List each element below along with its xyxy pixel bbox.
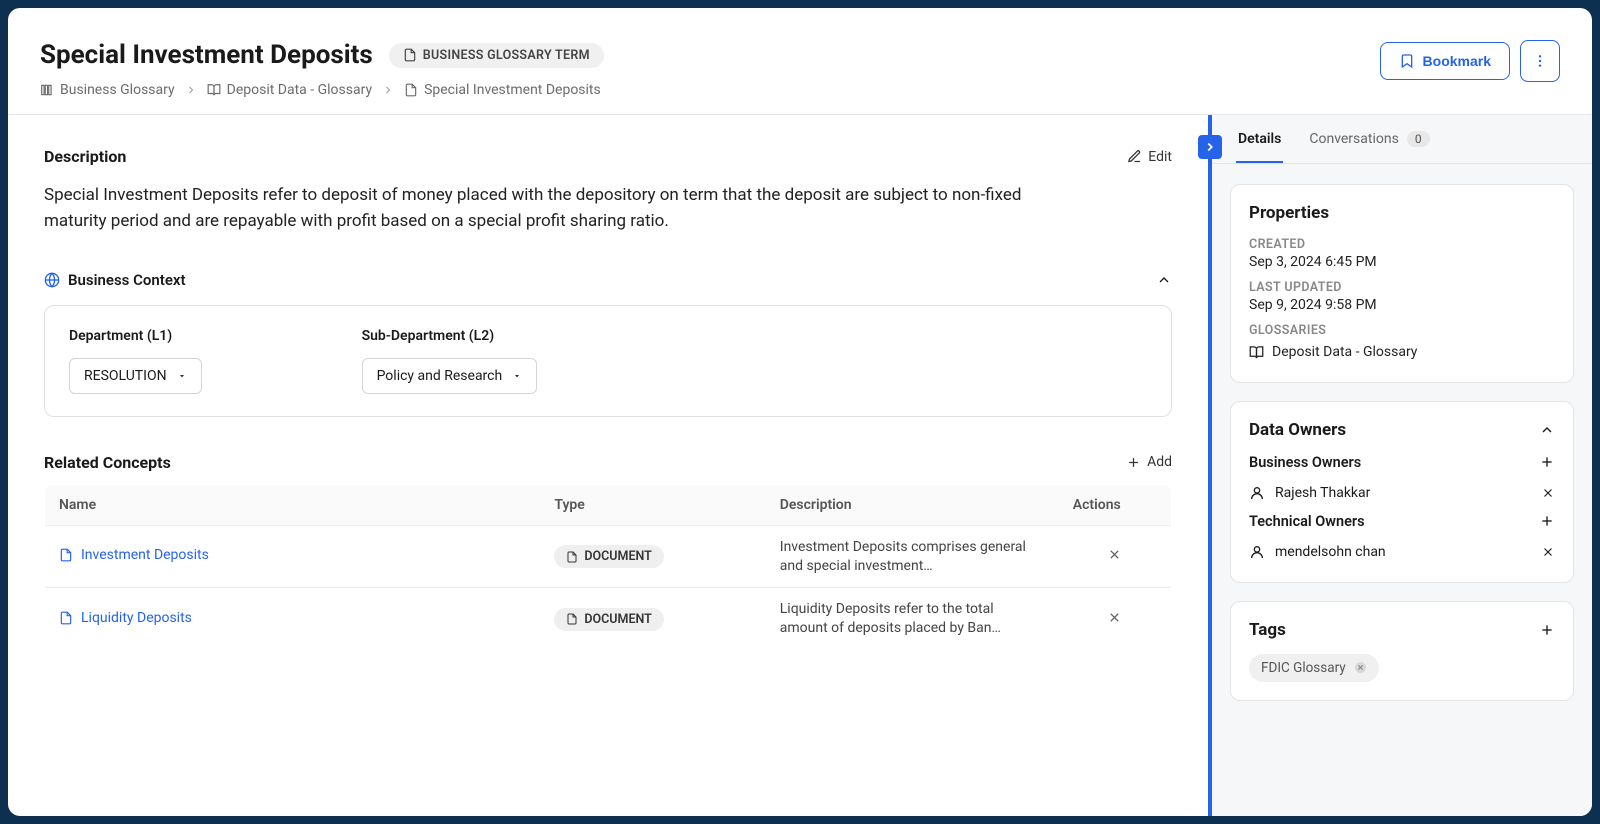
- related-link[interactable]: Liquidity Deposits: [59, 610, 192, 626]
- subdepartment-select[interactable]: Policy and Research: [362, 358, 538, 394]
- col-type: Type: [540, 484, 765, 525]
- panel-divider[interactable]: [1208, 115, 1212, 816]
- col-name: Name: [45, 484, 541, 525]
- col-desc: Description: [766, 484, 1059, 525]
- remove-related-button[interactable]: [1073, 610, 1157, 625]
- department-select[interactable]: RESOLUTION: [69, 358, 202, 394]
- tags-card: Tags FDIC Glossary: [1230, 601, 1574, 701]
- conversations-count: 0: [1407, 131, 1430, 147]
- globe-icon: [44, 272, 60, 288]
- owner-row: mendelsohn chan: [1249, 538, 1555, 564]
- remove-owner-button[interactable]: [1541, 486, 1555, 500]
- more-vertical-icon: [1532, 53, 1548, 69]
- updated-label: LAST UPDATED: [1249, 280, 1555, 295]
- related-link[interactable]: Investment Deposits: [59, 547, 209, 563]
- collapse-context-button[interactable]: [1156, 272, 1172, 288]
- collapse-panel-button[interactable]: [1198, 135, 1222, 159]
- table-row: Liquidity Deposits DOCUMENT Liquidi: [45, 588, 1172, 651]
- type-pill-label: BUSINESS GLOSSARY TERM: [423, 48, 590, 63]
- plus-icon: [1126, 455, 1141, 470]
- breadcrumb-book[interactable]: Deposit Data - Glossary: [207, 82, 372, 98]
- data-owners-card: Data Owners Business Owners: [1230, 401, 1574, 583]
- description-body: Special Investment Deposits refer to dep…: [44, 182, 1084, 235]
- add-related-button[interactable]: Add: [1126, 454, 1172, 470]
- data-owners-title: Data Owners: [1249, 420, 1346, 440]
- remove-owner-button[interactable]: [1541, 545, 1555, 559]
- bookmark-button[interactable]: Bookmark: [1380, 42, 1510, 80]
- owner-row: Rajesh Thakkar: [1249, 479, 1555, 505]
- caret-down-icon: [512, 371, 522, 381]
- book-icon: [207, 83, 221, 97]
- properties-card: Properties CREATED Sep 3, 2024 6:45 PM L…: [1230, 184, 1574, 383]
- document-icon: [566, 613, 578, 625]
- edit-description-button[interactable]: Edit: [1127, 149, 1172, 165]
- business-owners-label: Business Owners: [1249, 454, 1361, 471]
- breadcrumb: Business Glossary Deposit Data - Glossar…: [40, 82, 1380, 98]
- glossary-link[interactable]: Deposit Data - Glossary: [1249, 344, 1417, 360]
- type-pill: BUSINESS GLOSSARY TERM: [389, 43, 604, 68]
- tags-title: Tags: [1249, 620, 1286, 640]
- document-icon: [59, 548, 73, 562]
- document-icon: [403, 48, 417, 62]
- add-tag-button[interactable]: [1539, 622, 1555, 638]
- more-menu-button[interactable]: [1520, 40, 1560, 82]
- bookmark-icon: [1399, 53, 1415, 69]
- remove-related-button[interactable]: [1073, 547, 1157, 562]
- caret-down-icon: [177, 371, 187, 381]
- related-desc: Liquidity Deposits refer to the total am…: [780, 600, 1045, 638]
- add-business-owner-button[interactable]: [1539, 454, 1555, 470]
- remove-tag-button[interactable]: [1354, 661, 1367, 674]
- created-label: CREATED: [1249, 237, 1555, 252]
- add-technical-owner-button[interactable]: [1539, 513, 1555, 529]
- tag-chip[interactable]: FDIC Glossary: [1249, 654, 1379, 682]
- created-value: Sep 3, 2024 6:45 PM: [1249, 254, 1555, 270]
- table-row: Investment Deposits DOCUMENT Invest: [45, 525, 1172, 588]
- subdepartment-label: Sub-Department (L2): [362, 328, 538, 344]
- document-icon: [59, 611, 73, 625]
- document-icon: [404, 83, 418, 97]
- updated-value: Sep 9, 2024 9:58 PM: [1249, 297, 1555, 313]
- glossaries-label: GLOSSARIES: [1249, 323, 1555, 338]
- col-actions: Actions: [1059, 484, 1172, 525]
- user-icon: [1249, 544, 1265, 560]
- department-label: Department (L1): [69, 328, 202, 344]
- description-heading: Description: [44, 147, 126, 166]
- breadcrumb-glossary[interactable]: Business Glossary: [40, 82, 175, 98]
- user-icon: [1249, 485, 1265, 501]
- tab-details[interactable]: Details: [1236, 115, 1283, 163]
- book-icon: [1249, 345, 1264, 360]
- properties-title: Properties: [1249, 203, 1555, 223]
- document-icon: [566, 551, 578, 563]
- page-title: Special Investment Deposits: [40, 40, 373, 70]
- pencil-icon: [1127, 149, 1142, 164]
- related-table: Name Type Description Actions: [44, 484, 1172, 652]
- related-concepts-heading: Related Concepts: [44, 453, 171, 472]
- breadcrumb-term[interactable]: Special Investment Deposits: [404, 82, 601, 98]
- collapse-owners-button[interactable]: [1539, 422, 1555, 438]
- tab-conversations[interactable]: Conversations 0: [1307, 115, 1431, 163]
- chevron-right-icon: [382, 84, 394, 96]
- type-chip: DOCUMENT: [554, 608, 663, 631]
- technical-owners-label: Technical Owners: [1249, 513, 1365, 530]
- type-chip: DOCUMENT: [554, 545, 663, 568]
- chevron-right-icon: [185, 84, 197, 96]
- library-icon: [40, 83, 54, 97]
- related-desc: Investment Deposits comprises general an…: [780, 538, 1045, 576]
- business-context-heading: Business Context: [68, 271, 186, 289]
